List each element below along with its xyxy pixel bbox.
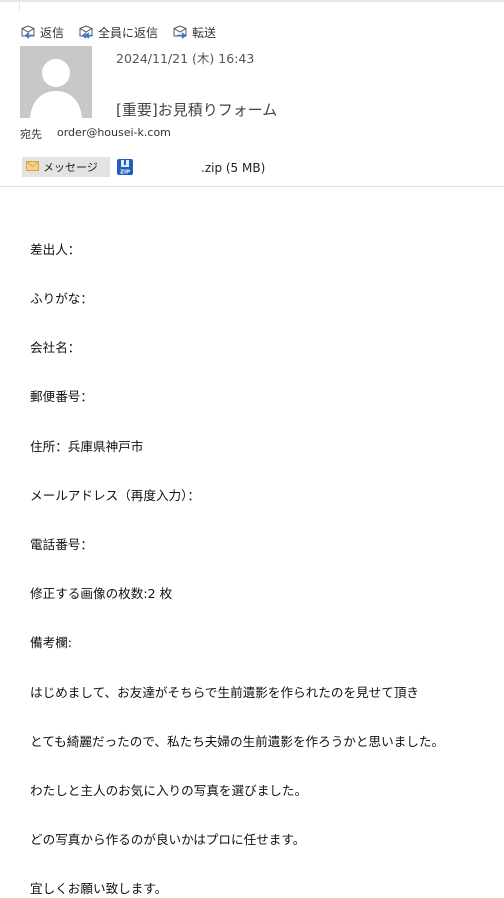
body-line: 差出人： (30, 241, 81, 257)
reply-all-button[interactable]: 全員に返信 (78, 24, 158, 41)
forward-label: 転送 (192, 25, 217, 40)
mail-icon (26, 160, 39, 174)
body-line: 備考欄: (30, 635, 73, 651)
body-line: 修正する画像の枚数:2 枚 (30, 586, 173, 602)
person-icon (30, 59, 82, 118)
reply-icon (20, 25, 36, 39)
body-line: メールアドレス（再度入力）： (30, 487, 201, 503)
message-attachment-label: メッセージ (43, 161, 98, 174)
to-label: 宛先 (20, 128, 42, 141)
body-line: 宜しくお願い致します。 (30, 881, 168, 897)
forward-icon (172, 25, 188, 39)
message-subject: [重要]お見積りフォーム (116, 101, 278, 119)
left-divider (19, 0, 20, 12)
forward-button[interactable]: 転送 (172, 24, 216, 41)
reply-label: 返信 (40, 25, 65, 40)
sent-date: 2024/11/21 (木) 16:43 (116, 51, 255, 66)
sender-avatar (20, 46, 92, 118)
top-divider (0, 0, 504, 2)
message-toolbar: 返信 全員に返信 転送 (20, 22, 216, 42)
to-address[interactable]: order@housei-k.com (57, 126, 171, 139)
message-body: 差出人： ふりがな： 会社名： 郵便番号： 住所：兵庫県神戸市 メールアドレス（… (30, 209, 444, 898)
body-line: 会社名： (30, 340, 81, 356)
zip-attachment-name[interactable]: .zip (5 MB) (201, 161, 265, 175)
body-line: どの写真から作るのが良いかはプロに任せます。 (30, 832, 306, 848)
body-line: ふりがな： (30, 291, 93, 307)
body-line: 住所：兵庫県神戸市 (30, 438, 144, 454)
reply-all-label: 全員に返信 (98, 25, 159, 40)
zip-file-icon[interactable]: ZIP (116, 158, 134, 176)
body-line: わたしと主人のお気に入りの写真を選びました。 (30, 783, 308, 799)
body-line: はじめまして、お友達がそちらで生前遺影を作られたのを見せて頂き (30, 684, 420, 700)
body-line: 電話番号： (30, 537, 93, 553)
reply-button[interactable]: 返信 (20, 24, 64, 41)
body-line: とても綺麗だったので、私たち夫婦の生前遺影を作ろうかと思いました。 (30, 733, 445, 749)
message-attachment-chip[interactable]: メッセージ (22, 157, 110, 177)
body-line: 郵便番号： (30, 389, 93, 405)
reply-all-icon (78, 25, 94, 39)
header-body-divider (0, 186, 504, 187)
zip-icon-label: ZIP (120, 170, 130, 176)
